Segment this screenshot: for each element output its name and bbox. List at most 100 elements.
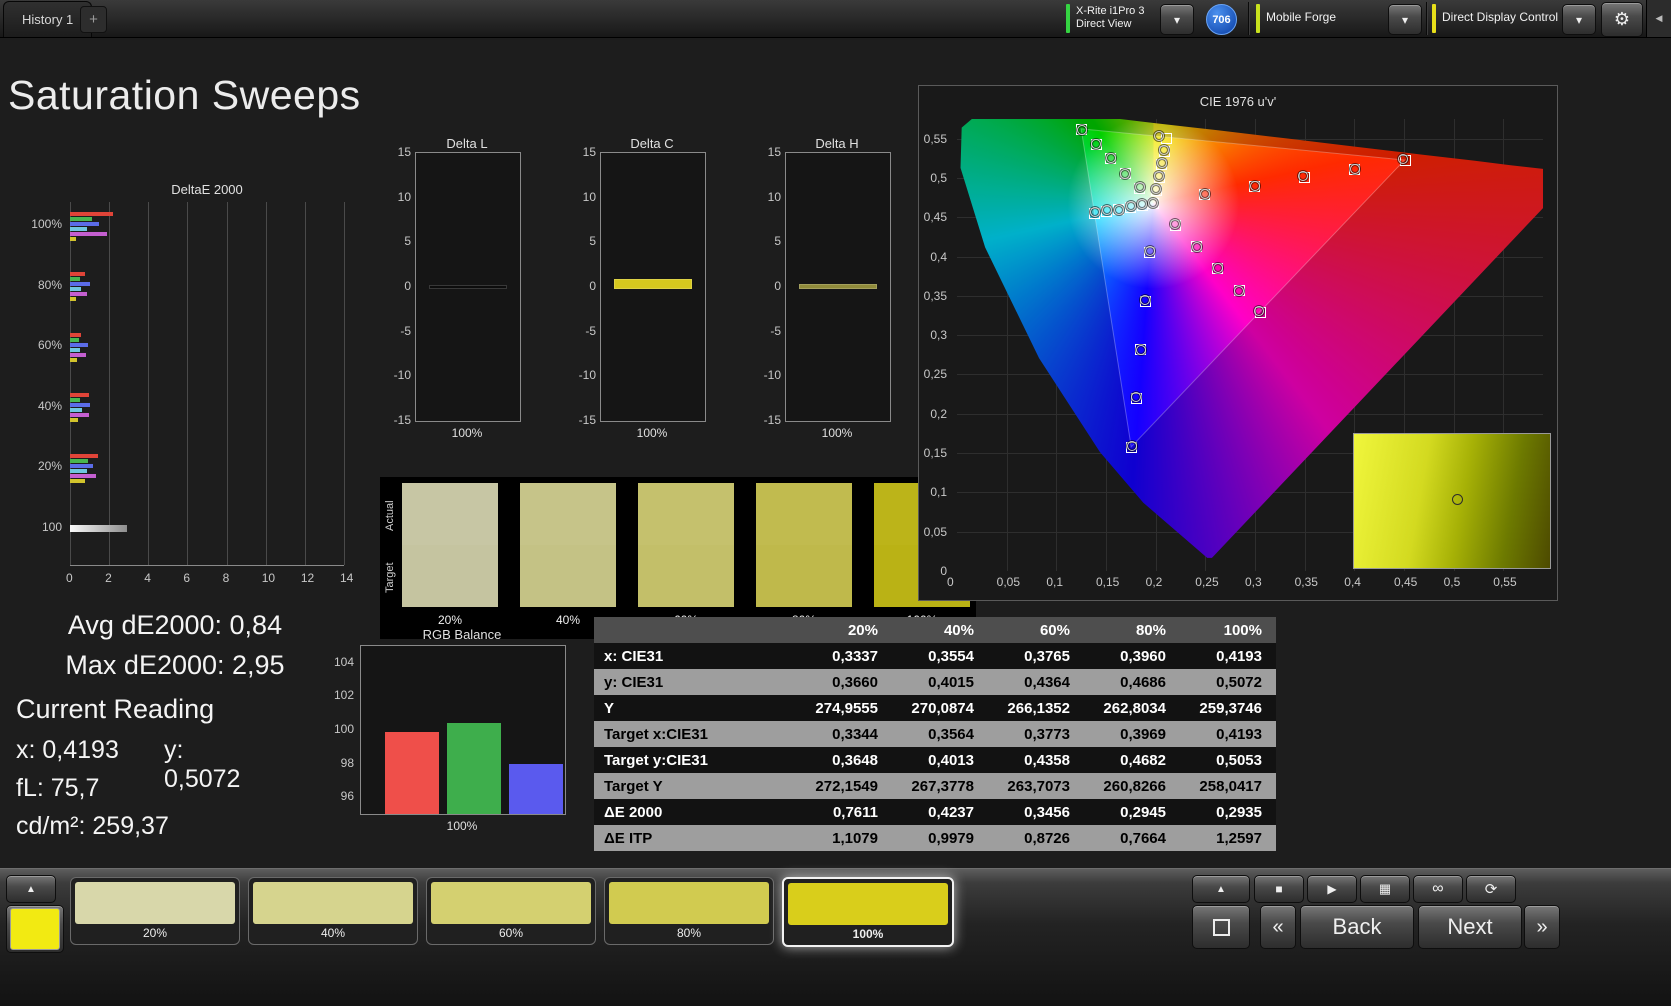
play-button[interactable]: ▶: [1307, 875, 1357, 903]
saturation-button-60%[interactable]: 60%: [426, 877, 596, 945]
collapse-panel-button[interactable]: ◀: [1646, 0, 1671, 37]
y-tick-label: 0,25: [923, 367, 947, 382]
cie-zoom-inset: [1353, 433, 1551, 569]
column-header: 100%: [1180, 617, 1276, 643]
measured-point-red: [1199, 188, 1210, 199]
y-tick-label: 98: [340, 755, 354, 770]
de-bar-blue: [70, 463, 94, 468]
delta-h-chart: Delta H 100% 15 10 5 0 -5 -10 -15: [755, 136, 897, 446]
settings-gear-button[interactable]: ⚙: [1601, 2, 1643, 37]
stop-measurement-button[interactable]: [1192, 905, 1250, 949]
pattern-button[interactable]: ▦: [1360, 875, 1410, 903]
pattern-list-up-button[interactable]: ▲: [6, 875, 56, 903]
cell-value: 0,4364: [1024, 673, 1070, 691]
active-color-patch-button[interactable]: [6, 905, 64, 953]
actual-swatch: [638, 483, 734, 545]
x-tick-label: 0,2: [1145, 575, 1163, 589]
source-dropdown-button[interactable]: ▾: [1388, 4, 1422, 35]
y-tick-label: -15: [763, 413, 781, 427]
x-tick-label: 0,3: [1244, 575, 1262, 589]
rgb-balance-title: RGB Balance: [422, 627, 502, 642]
measured-point-cyan: [1113, 204, 1124, 215]
de-bar-yellow: [70, 236, 76, 241]
measured-point-magenta: [1234, 285, 1245, 296]
bottom-bar: ▲ 20% 40% 60% 80% 100% ▲ ■ ▶ ▦ ∞ ⟳ « Back Ne…: [0, 868, 1671, 1006]
de-bar-green: [70, 458, 88, 463]
back-button[interactable]: Back: [1300, 905, 1414, 949]
next-button[interactable]: Next: [1418, 905, 1522, 949]
refresh-button[interactable]: ⟳: [1466, 875, 1516, 903]
x-tick-label: 12: [300, 571, 315, 585]
measured-point-yellow: [1154, 130, 1165, 141]
de-bar-yellow: [70, 357, 77, 362]
de-bar-cyan: [70, 468, 87, 473]
de-bar-cyan: [70, 347, 80, 352]
actual-swatch: [520, 483, 616, 545]
actual-swatch: [402, 483, 498, 545]
swatch-color: [431, 882, 591, 924]
transport-up-button[interactable]: ▲: [1192, 875, 1250, 903]
measured-point-blue: [1127, 441, 1137, 451]
y-tick-label: 102: [333, 688, 354, 703]
tab-history-1[interactable]: History 1: [3, 1, 93, 37]
de-bar-magenta: [70, 413, 89, 418]
prev-page-button[interactable]: «: [1260, 905, 1296, 949]
row-label: y: CIE31: [604, 673, 664, 691]
rgb-y-labels: 104 102 100 98 96: [330, 645, 356, 813]
table-row: Y 274,9555 270,0874 266,1352 262,8034 259,374…: [594, 695, 1276, 721]
top-bar: History 1 + X-Rite i1Pro 3 Direct View ▾…: [0, 0, 1671, 38]
cell-value: 1,2597: [1216, 829, 1262, 847]
measured-point-blue: [1135, 344, 1146, 355]
actual-target-swatch-panel: ActualTarget20%40%60%80%100%: [380, 477, 976, 639]
swatch-button-label: 20%: [142, 926, 168, 940]
saturation-button-20%[interactable]: 20%: [70, 877, 240, 945]
y-tick-label: 0,2: [930, 406, 947, 421]
table-row: Target Y 272,1549 267,3778 263,7073 260,8266…: [594, 773, 1276, 799]
cell-value: 274,9555: [815, 699, 878, 717]
y-tick-label: 100: [41, 519, 62, 534]
saturation-button-40%[interactable]: 40%: [248, 877, 418, 945]
rgb-x-label: 100%: [446, 819, 478, 833]
y-tick-label: 15: [767, 145, 781, 159]
y-tick-label: 10: [582, 189, 596, 204]
y-tick-label: -5: [770, 323, 781, 338]
y-tick-label: 60%: [37, 338, 62, 353]
x-tick-label: 0,35: [1294, 575, 1318, 589]
next-page-button[interactable]: »: [1524, 905, 1560, 949]
y-tick-label: 15: [582, 145, 596, 159]
x-tick-label: 0,15: [1095, 575, 1120, 589]
delta-h-plot: [785, 152, 891, 422]
y-tick-label: 0,55: [923, 131, 947, 146]
meter-dropdown-button[interactable]: ▾: [1160, 4, 1194, 35]
y-tick-label: 96: [340, 789, 354, 804]
measured-point-magenta: [1191, 242, 1202, 253]
cell-value: 0,3969: [1120, 725, 1166, 743]
cie-title: CIE 1976 u'v': [1199, 94, 1277, 109]
deltae2000-y-labels: 100% 80% 60% 40% 20% 100: [30, 202, 66, 565]
row-label: Target y:CIE31: [604, 751, 708, 769]
display-accent-bar: [1432, 4, 1436, 33]
de-bar-red: [70, 332, 81, 337]
reading-x: x: 0,4193: [16, 736, 119, 764]
rgb-bar-green: [447, 723, 501, 814]
rgb-bar-red: [385, 731, 439, 814]
de-bar-blue: [70, 403, 90, 408]
meter-name: X-Rite i1Pro 3 Direct View: [1076, 5, 1145, 30]
row-label: ΔE 2000: [604, 803, 663, 821]
cell-value: 0,4193: [1216, 647, 1262, 665]
saturation-button-100%[interactable]: 100%: [782, 877, 954, 947]
gridline: [187, 202, 189, 565]
swatch-column-20%: [402, 483, 498, 607]
cell-value: 0,7664: [1120, 829, 1166, 847]
add-tab-button[interactable]: +: [80, 6, 107, 33]
display-dropdown-button[interactable]: ▾: [1562, 4, 1596, 35]
cell-value: 0,4015: [928, 673, 974, 691]
y-tick-label: -5: [400, 323, 411, 338]
saturation-button-80%[interactable]: 80%: [604, 877, 774, 945]
cell-value: 0,4686: [1120, 673, 1166, 691]
cell-value: 0,3564: [928, 725, 974, 743]
loop-button[interactable]: ∞: [1413, 875, 1463, 903]
stop-button[interactable]: ■: [1254, 875, 1304, 903]
cell-value: 258,0417: [1199, 777, 1262, 795]
cell-value: 266,1352: [1007, 699, 1070, 717]
